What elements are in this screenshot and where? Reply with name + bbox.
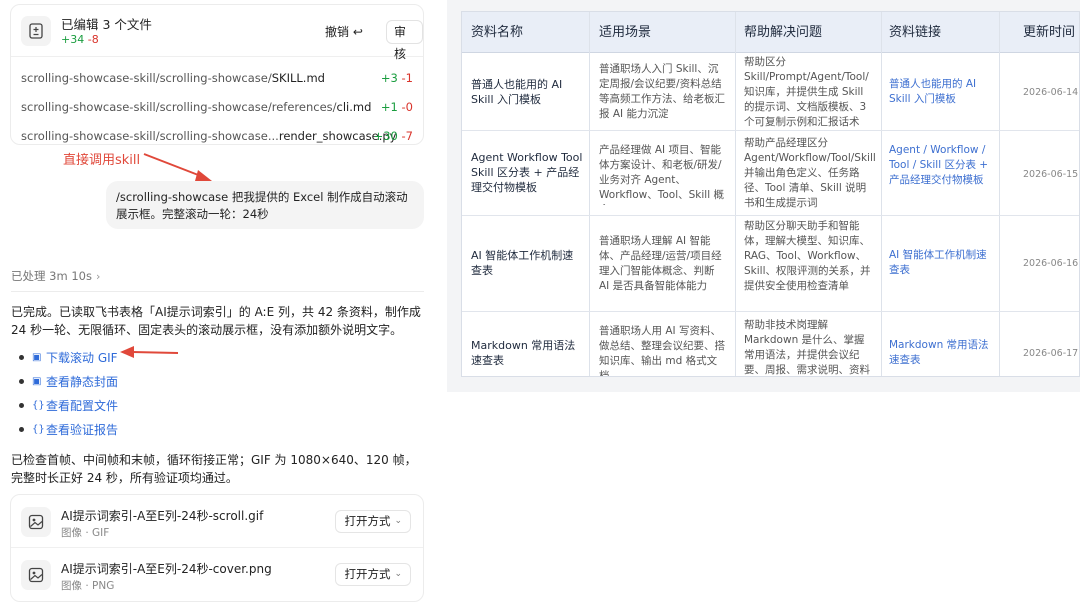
divider	[11, 291, 424, 292]
image-file-icon	[21, 507, 51, 537]
resource-name: Agent Workflow Tool Skill 区分表 + 产品经理交付物模…	[471, 151, 583, 194]
file-diff-stats: +1 -0	[380, 100, 413, 114]
attachment-type: 图像 · GIF	[61, 527, 110, 539]
edited-file-row[interactable]: scrolling-showcase-skill/scrolling-showc…	[11, 63, 423, 92]
open-with-button[interactable]: 打开方式 ⌄	[335, 510, 411, 533]
edited-files-stats: +34 -8	[61, 33, 99, 46]
resource-link[interactable]: Markdown 常用语法速查表	[889, 338, 993, 368]
processed-label: 已处理 3m 10s	[11, 269, 92, 283]
update-date: 2026-06-17	[1023, 348, 1079, 359]
column-header: 帮助解决问题	[744, 25, 823, 40]
lines-removed: -8	[87, 33, 99, 46]
problem-cell: 帮助区分 Skill/Prompt/Agent/Tool/知识库，并提供生成 S…	[744, 56, 869, 128]
update-date: 2026-06-16	[1023, 258, 1079, 269]
scenario-cell: 普通职场人入门 Skill、沉定周报/会议纪要/资料总结等高频工作方法、给老板汇…	[599, 63, 725, 120]
file-path: scrolling-showcase-skill/scrolling-showc…	[21, 71, 325, 85]
chevron-down-icon: ⌄	[394, 516, 402, 526]
resource-name: 普通人也能用的 AI Skill 入门模板	[471, 78, 563, 106]
open-with-button[interactable]: 打开方式 ⌄	[335, 563, 411, 586]
bullet	[19, 402, 24, 408]
chat-panel: 已编辑 3 个文件 +34 -8 撤销 ↩ 审核 scrolling-showc…	[0, 0, 436, 604]
resource-link[interactable]: Agent / Workflow / Tool / Skill 区分表 + 产品…	[889, 143, 993, 205]
assistant-reply-paragraph: 已完成。已读取飞书表格「AI提示词索引」的 A:E 列，共 42 条资料，制作成…	[11, 305, 421, 337]
column-header: 更新时间	[1023, 25, 1076, 40]
update-date: 2026-06-14	[1023, 87, 1079, 98]
file-edit-icon	[21, 16, 51, 46]
resource-link[interactable]: 普通人也能用的 AI Skill 入门模板	[889, 77, 993, 107]
bullet	[19, 378, 24, 384]
edited-files-header: 已编辑 3 个文件 +34 -8 撤销 ↩ 审核	[11, 5, 423, 61]
attachment-row[interactable]: AI提示词索引-A至E列-24秒-cover.png 图像 · PNG 打开方式…	[11, 548, 423, 601]
edited-files-title: 已编辑 3 个文件	[61, 17, 152, 32]
edited-file-row[interactable]: scrolling-showcase-skill/scrolling-showc…	[11, 92, 423, 121]
annotation-arrow-icon	[120, 346, 179, 358]
result-links-list: ▣ 下载滚动 GIF ▣ 查看静态封面 {} 查看配置文件 {} 查看验证报告	[11, 345, 118, 441]
braces-icon: {}	[32, 399, 45, 411]
problem-cell: 帮助产品经理区分 Agent/Workflow/Tool/Skill，并输出角色…	[744, 137, 875, 209]
bullet	[19, 426, 24, 432]
chevron-down-icon: ⌄	[394, 569, 402, 579]
view-cover-link[interactable]: ▣ 查看静态封面	[11, 369, 118, 393]
scenario-cell: 产品经理做 AI 项目、智能体方案设计、和老板/研发/业务对齐 Agent、Wo…	[599, 144, 724, 205]
resource-name: AI 智能体工作机制速查表	[471, 249, 574, 277]
scenario-cell: 普通职场人用 AI 写资料、做总结、整理会议纪要、搭知识库、输出 md 格式文档	[599, 325, 725, 377]
file-path: scrolling-showcase-skill/scrolling-showc…	[21, 129, 397, 143]
bullet	[19, 354, 24, 360]
table-row: AI 智能体工作机制速查表 普通职场人理解 AI 智能体、产品经理/运营/项目经…	[462, 216, 1079, 312]
image-file-icon	[21, 560, 51, 590]
attachment-row[interactable]: AI提示词索引-A至E列-24秒-scroll.gif 图像 · GIF 打开方…	[11, 495, 423, 548]
attachment-name: AI提示词索引-A至E列-24秒-cover.png	[61, 562, 272, 576]
problem-cell: 帮助非技术岗理解 Markdown 是什么、掌握常用语法，并提供会议纪要、周报、…	[744, 319, 870, 376]
image-icon: ▣	[32, 351, 42, 363]
scenario-cell: 普通职场人理解 AI 智能体、产品经理/运营/项目经理入门智能体概念、判断 AI…	[599, 235, 722, 292]
file-diff-stats: +3 -1	[380, 71, 413, 85]
image-icon: ▣	[32, 375, 42, 387]
resource-link[interactable]: AI 智能体工作机制速查表	[889, 248, 993, 278]
review-button[interactable]: 审核	[386, 20, 423, 61]
update-date: 2026-06-15	[1023, 169, 1079, 180]
table-row: Agent Workflow Tool Skill 区分表 + 产品经理交付物模…	[462, 131, 1079, 216]
view-report-link[interactable]: {} 查看验证报告	[11, 417, 118, 441]
column-header: 适用场景	[599, 25, 652, 40]
download-gif-link[interactable]: ▣ 下载滚动 GIF	[11, 345, 118, 369]
table-header: 资料名称 适用场景 帮助解决问题 资料链接 更新时间	[462, 12, 1079, 53]
file-diff-stats: +30 -7	[373, 129, 413, 143]
undo-button[interactable]: 撤销 ↩	[325, 23, 363, 40]
table-row: 普通人也能用的 AI Skill 入门模板 普通职场人入门 Skill、沉定周报…	[462, 53, 1079, 131]
column-header: 资料名称	[471, 25, 524, 40]
braces-icon: {}	[32, 423, 45, 435]
edited-file-row[interactable]: scrolling-showcase-skill/scrolling-showc…	[11, 121, 423, 144]
table-row: Markdown 常用语法速查表 普通职场人用 AI 写资料、做总结、整理会议纪…	[462, 312, 1079, 377]
edited-files-card: 已编辑 3 个文件 +34 -8 撤销 ↩ 审核 scrolling-showc…	[10, 4, 424, 145]
problem-cell: 帮助区分聊天助手和智能体，理解大模型、知识库、RAG、Tool、Workflow…	[744, 220, 871, 292]
user-message-bubble: /scrolling-showcase 把我提供的 Excel 制作成自动滚动展…	[106, 181, 424, 229]
lines-added: +34	[61, 33, 85, 46]
attachment-name: AI提示词索引-A至E列-24秒-scroll.gif	[61, 509, 264, 523]
processed-toggle[interactable]: 已处理 3m 10s ›	[11, 268, 100, 284]
view-config-link[interactable]: {} 查看配置文件	[11, 393, 118, 417]
resource-name: Markdown 常用语法速查表	[471, 339, 576, 367]
chevron-right-icon: ›	[95, 269, 101, 283]
attachment-type: 图像 · PNG	[61, 580, 115, 592]
annotation-skill-text: 直接调用skill	[63, 153, 141, 168]
column-header: 资料链接	[889, 25, 942, 40]
assistant-verification-paragraph: 已检查首帧、中间帧和末帧，循环衔接正常；GIF 为 1080×640、120 帧…	[11, 453, 417, 485]
file-path: scrolling-showcase-skill/scrolling-showc…	[21, 100, 372, 114]
attachments-card: AI提示词索引-A至E列-24秒-scroll.gif 图像 · GIF 打开方…	[10, 494, 424, 602]
showcase-table: 资料名称 适用场景 帮助解决问题 资料链接 更新时间 普通人也能用的 AI Sk…	[461, 11, 1080, 377]
